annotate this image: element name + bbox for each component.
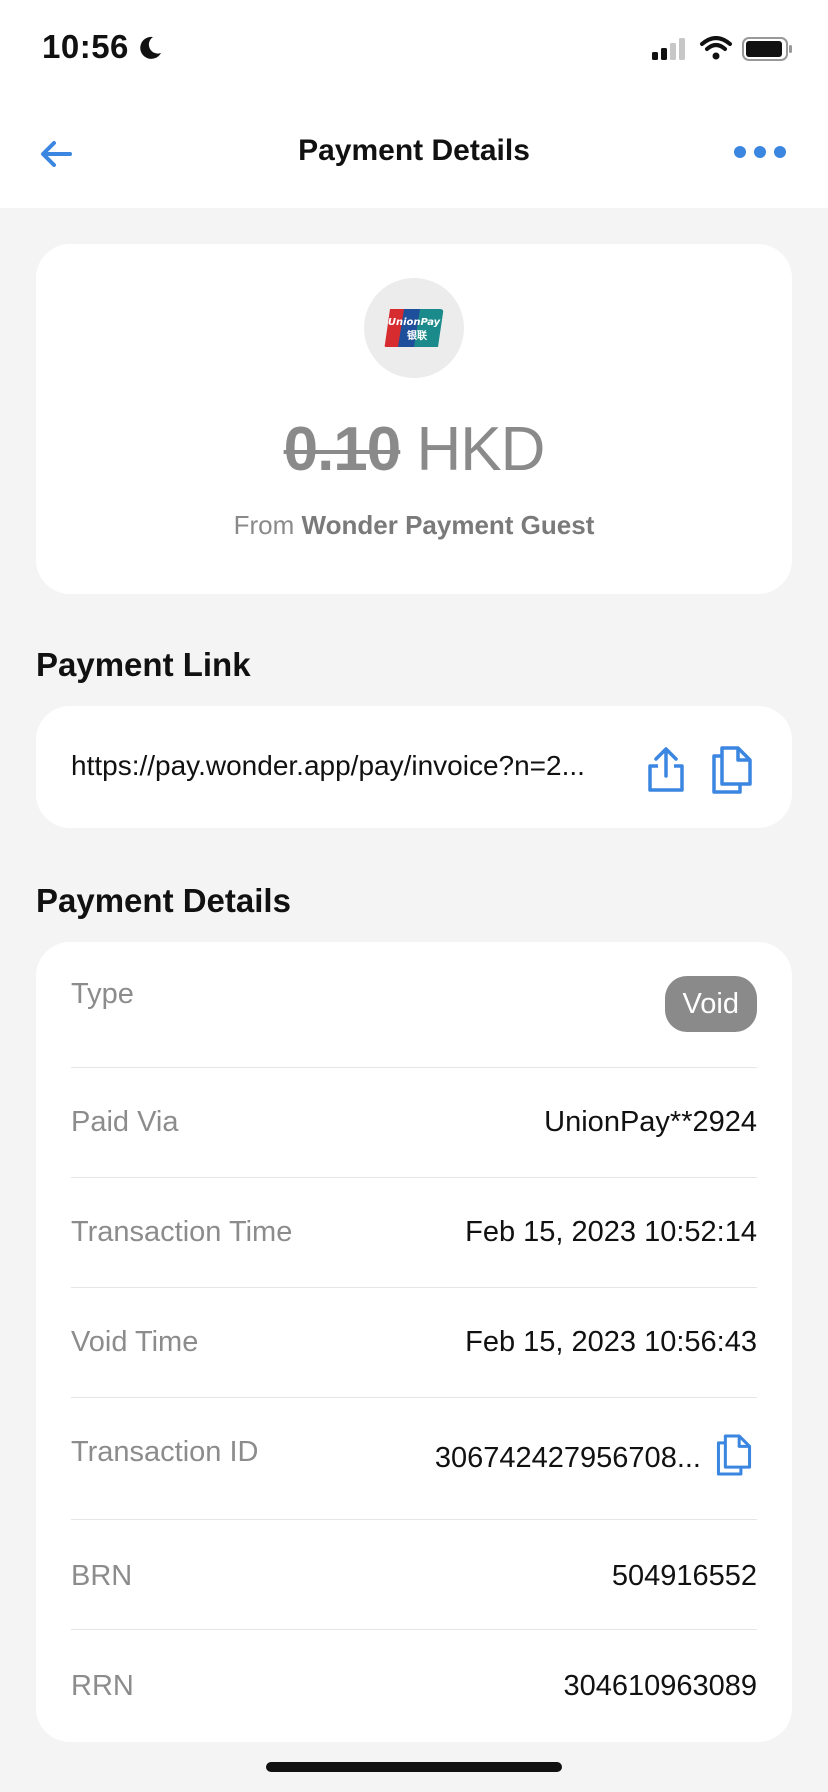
status-bar: 10:56: [0, 0, 828, 100]
detail-label: RRN: [71, 1670, 134, 1702]
share-icon: [648, 747, 684, 792]
payment-details-heading: Payment Details: [36, 882, 291, 919]
payment-link-url[interactable]: https://pay.wonder.app/pay/invoice?n=2..…: [71, 750, 671, 782]
detail-label: Transaction Time: [71, 1216, 293, 1248]
amount-value: 0.10: [283, 415, 402, 484]
detail-label: Type: [71, 978, 134, 1010]
battery-icon: [742, 37, 794, 66]
detail-row-transaction-time: Transaction Time Feb 15, 2023 10:52:14: [71, 1178, 757, 1288]
more-horizontal-icon: [734, 146, 786, 158]
detail-value: Feb 15, 2023 10:52:14: [465, 1216, 757, 1248]
svg-text:银联: 银联: [407, 329, 427, 342]
share-button[interactable]: [644, 746, 688, 799]
detail-value: Feb 15, 2023 10:56:43: [465, 1326, 757, 1358]
currency: HKD: [416, 415, 546, 484]
amount-card: UnionPay 银联 0.10 HKD From Wonder Payment…: [36, 244, 792, 594]
status-badge: Void: [664, 976, 757, 1032]
copy-link-button[interactable]: [710, 746, 754, 799]
copy-transaction-id-button[interactable]: [715, 1434, 753, 1481]
payment-link-heading: Payment Link: [36, 646, 251, 683]
copy-icon: [712, 746, 752, 794]
wifi-icon: [700, 36, 732, 65]
more-button[interactable]: [732, 140, 788, 169]
from-line: From Wonder Payment Guest: [36, 510, 792, 541]
page-title: Payment Details: [298, 134, 530, 167]
moon-icon: [136, 34, 164, 62]
home-indicator: [266, 1762, 562, 1772]
unionpay-logo: UnionPay 银联: [364, 278, 464, 378]
detail-value: 504916552: [611, 1560, 757, 1592]
detail-label: BRN: [71, 1560, 133, 1592]
detail-label: Paid Via: [71, 1106, 179, 1138]
signal-icon: [652, 38, 688, 65]
from-prefix: From: [233, 510, 295, 540]
payer-name: Wonder Payment Guest: [301, 510, 595, 540]
payment-details-card: Type Void Paid Via UnionPay**2924 Transa…: [36, 942, 792, 1742]
copy-icon: [716, 1434, 752, 1476]
detail-row-type: Type Void: [71, 942, 757, 1068]
payment-link-card: https://pay.wonder.app/pay/invoice?n=2..…: [36, 706, 792, 828]
nav-bar: Payment Details: [0, 100, 828, 208]
transaction-id-value: 306742427956708...: [434, 1442, 701, 1474]
amount-display: 0.10 HKD: [36, 414, 792, 485]
detail-row-transaction-id: Transaction ID 306742427956708...: [71, 1398, 757, 1520]
detail-row-brn: BRN 504916552: [71, 1520, 757, 1630]
detail-row-void-time: Void Time Feb 15, 2023 10:56:43: [71, 1288, 757, 1398]
status-time: 10:56: [42, 28, 129, 65]
detail-row-paid-via: Paid Via UnionPay**2924: [71, 1068, 757, 1178]
svg-text:UnionPay: UnionPay: [388, 317, 441, 328]
detail-label: Transaction ID: [71, 1436, 259, 1468]
detail-row-rrn: RRN 304610963089: [71, 1630, 757, 1740]
detail-value: 304610963089: [563, 1670, 757, 1702]
detail-value: UnionPay**2924: [544, 1106, 757, 1138]
detail-label: Void Time: [71, 1326, 199, 1358]
